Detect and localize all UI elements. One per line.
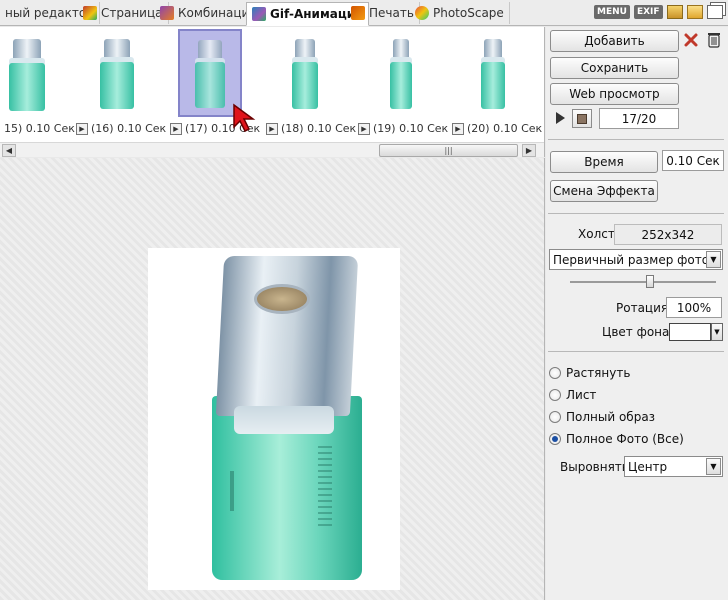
print-icon xyxy=(351,6,365,20)
radio-label: Лист xyxy=(566,388,597,402)
radio-label: Растянуть xyxy=(566,366,631,380)
chevron-down-icon[interactable]: ▼ xyxy=(706,251,721,268)
frame-strip[interactable]: 15) 0.10 Сек ▶ (16) 0.10 Сек ▶ (17) 0.10… xyxy=(0,27,545,157)
play-frame-icon[interactable]: ▶ xyxy=(76,122,88,135)
right-panel: Добавить Сохранить Web просмотр 17/20 Вр… xyxy=(546,27,728,600)
divider xyxy=(548,213,724,214)
frame-item[interactable]: ▶ (16) 0.10 Сек xyxy=(72,27,166,145)
frame-strip-scrollbar[interactable]: ◀ ||| ▶ xyxy=(0,142,544,157)
frame-item[interactable]: 15) 0.10 Сек xyxy=(0,27,75,145)
radio-button-checked[interactable] xyxy=(549,433,561,445)
photoscape-icon xyxy=(415,6,429,20)
divider xyxy=(548,351,724,352)
delete-icon[interactable] xyxy=(683,32,699,48)
trash-icon[interactable] xyxy=(705,30,723,48)
radio-label: Полный образ xyxy=(566,410,656,424)
chevron-down-icon[interactable]: ▼ xyxy=(706,458,721,475)
radio-stretch[interactable]: Растянуть xyxy=(549,366,630,380)
copy-icon[interactable] xyxy=(706,5,723,19)
bg-color-swatch[interactable] xyxy=(669,323,711,341)
canvas-label: Холст xyxy=(578,227,615,241)
divider xyxy=(548,139,724,140)
frame-thumbnail[interactable] xyxy=(4,30,66,116)
canvas-area xyxy=(0,158,545,600)
tab-photoscape[interactable]: PhotoScape xyxy=(410,2,510,24)
menu-button[interactable]: MENU xyxy=(594,5,630,19)
play-frame-icon[interactable]: ▶ xyxy=(358,122,370,135)
folder-icon[interactable] xyxy=(686,5,703,19)
frame-thumbnail[interactable] xyxy=(462,30,524,116)
scroll-left-arrow[interactable]: ◀ xyxy=(2,144,16,157)
radio-full-photo-all[interactable]: Полное Фото (Все) xyxy=(549,432,684,446)
radio-button[interactable] xyxy=(549,367,561,379)
frame-label: ▶ (18) 0.10 Сек xyxy=(266,122,356,135)
add-button[interactable]: Добавить xyxy=(550,30,679,52)
perfume-bottle-image xyxy=(212,256,362,580)
size-mode-value: Первичный размер фото xyxy=(553,252,710,267)
frame-label: ▶ (16) 0.10 Сек xyxy=(76,122,166,135)
radio-label: Полное Фото (Все) xyxy=(566,432,684,446)
rotation-label: Ротация xyxy=(616,301,669,315)
time-button[interactable]: Время xyxy=(550,151,658,173)
stop-icon xyxy=(577,113,587,124)
tab-label-photoscape: PhotoScape xyxy=(433,6,504,20)
align-select[interactable]: Центр ▼ xyxy=(624,456,723,477)
time-value[interactable]: 0.10 Сек xyxy=(662,150,724,171)
gif-animation-icon xyxy=(252,7,266,21)
tab-print[interactable]: Печать xyxy=(346,2,420,24)
align-label: Выровнять xyxy=(560,460,629,474)
frame-label: ▶ (20) 0.10 Сек xyxy=(452,122,542,135)
rotation-value[interactable]: 100% xyxy=(666,297,722,318)
frame-thumbnail[interactable] xyxy=(274,30,336,116)
size-mode-select[interactable]: Первичный размер фото ▼ xyxy=(549,249,723,270)
scrollbar-thumb[interactable]: ||| xyxy=(379,144,518,157)
exif-button[interactable]: EXIF xyxy=(633,5,663,19)
frame-item[interactable]: ▶ (20) 0.10 Сек xyxy=(450,27,544,145)
top-toolbar: MENU EXIF xyxy=(594,5,723,19)
mouse-cursor-icon xyxy=(233,103,256,133)
frame-label: ▶ (19) 0.10 Сек xyxy=(358,122,448,135)
frame-thumbnail[interactable] xyxy=(370,30,432,116)
web-preview-button[interactable]: Web просмотр xyxy=(550,83,679,105)
canvas-size-value: 252x342 xyxy=(614,224,722,245)
tab-label-combine: Комбинация xyxy=(178,6,257,20)
preview-canvas xyxy=(148,248,400,590)
tab-bar: ный редактор Страница Комбинация Gif-Ани… xyxy=(0,0,728,26)
play-frame-icon[interactable]: ▶ xyxy=(452,122,464,135)
stop-button[interactable] xyxy=(572,109,592,128)
frame-label-text: (19) 0.10 Сек xyxy=(373,122,449,135)
size-slider-track[interactable] xyxy=(570,281,716,283)
radio-button[interactable] xyxy=(549,389,561,401)
align-value: Центр xyxy=(628,459,668,474)
film-icon[interactable] xyxy=(666,5,683,19)
bg-color-label: Цвет фона xyxy=(602,325,670,339)
play-frame-icon[interactable]: ▶ xyxy=(170,122,182,135)
frame-thumbnail[interactable] xyxy=(86,30,148,116)
combine-icon xyxy=(160,6,174,20)
frame-label: 15) 0.10 Сек xyxy=(4,122,75,135)
frame-label-text: (18) 0.10 Сек xyxy=(281,122,357,135)
frame-label-text: (16) 0.10 Сек xyxy=(91,122,167,135)
bg-color-dropdown-icon[interactable]: ▼ xyxy=(711,323,723,341)
play-frame-icon[interactable]: ▶ xyxy=(266,122,278,135)
save-button[interactable]: Сохранить xyxy=(550,57,679,79)
frame-item[interactable]: ▶ (19) 0.10 Сек xyxy=(356,27,448,145)
scroll-right-arrow[interactable]: ▶ xyxy=(522,144,536,157)
frame-item[interactable]: ▶ (18) 0.10 Сек xyxy=(262,27,356,145)
radio-button[interactable] xyxy=(549,411,561,423)
radio-sheet[interactable]: Лист xyxy=(549,388,596,402)
tab-label-print: Печать xyxy=(369,6,414,20)
frame-label-text: (20) 0.10 Сек xyxy=(467,122,543,135)
frame-counter: 17/20 xyxy=(599,108,679,129)
change-effect-button[interactable]: Смена Эффекта xyxy=(550,180,658,202)
tab-label-page: Страница xyxy=(101,6,163,20)
play-icon[interactable] xyxy=(554,111,566,125)
radio-full-image[interactable]: Полный образ xyxy=(549,410,655,424)
size-slider-handle[interactable] xyxy=(646,275,654,288)
page-icon xyxy=(83,6,97,20)
